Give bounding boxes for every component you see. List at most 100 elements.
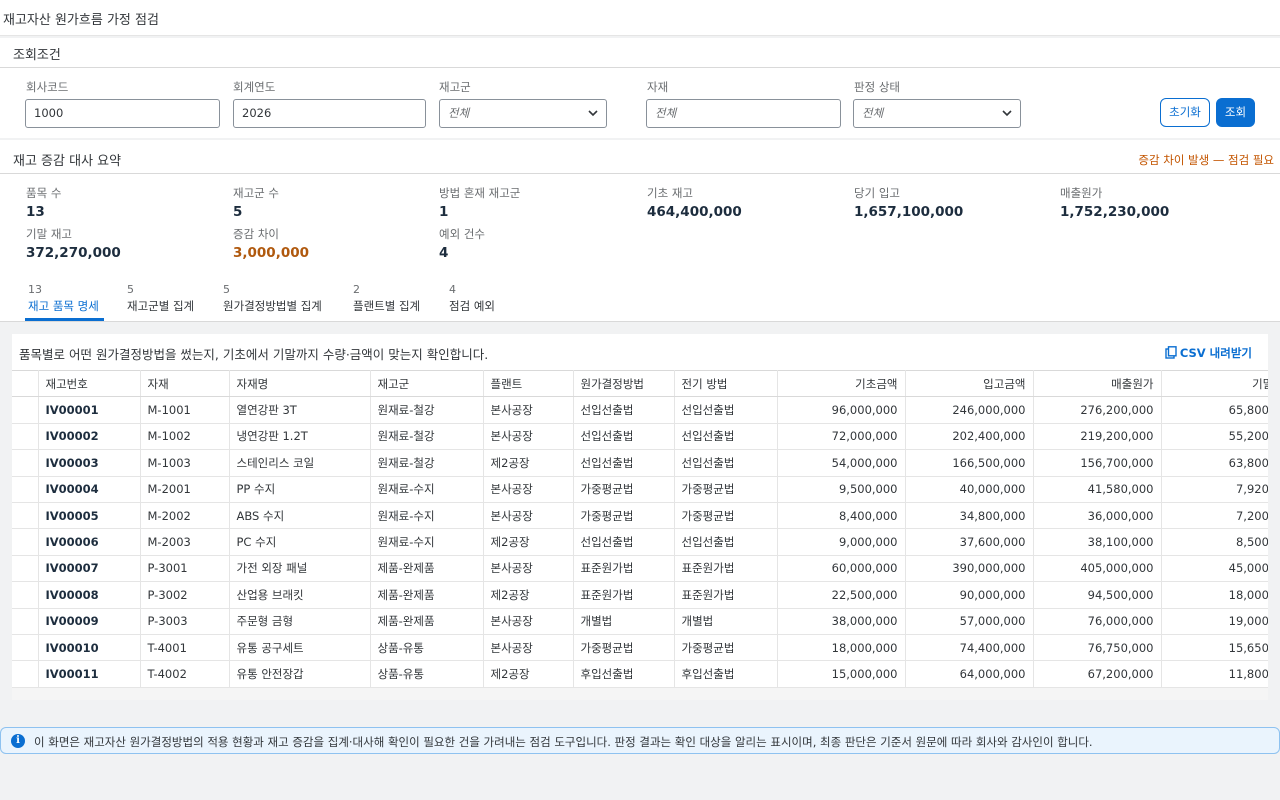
search-button[interactable]: 조회 (1216, 98, 1255, 127)
row-select-cell[interactable] (12, 660, 39, 688)
table-cell: 15,650,000 (1161, 634, 1268, 662)
csv-download-label: CSV 내려받기 (1179, 346, 1252, 360)
group-label: 재고군 (439, 80, 471, 94)
row-select-cell[interactable] (12, 502, 39, 530)
table-cell: 64,000,000 (905, 660, 1034, 688)
row-select-cell[interactable] (12, 581, 39, 609)
row-select-cell[interactable] (12, 555, 39, 583)
table-cell: 96,000,000 (777, 396, 906, 424)
kpi-label: 매출원가 (1060, 186, 1103, 200)
kpi-receipts: 당기 입고 1,657,100,000 (854, 185, 963, 220)
column-header[interactable]: 기말금액 (1161, 369, 1268, 398)
column-header[interactable]: 매출원가 (1033, 369, 1162, 398)
kpi-value: 13 (26, 204, 45, 220)
row-select-cell[interactable] (12, 449, 39, 477)
csv-download-button[interactable]: CSV 내려받기 (1165, 345, 1252, 361)
row-select-header[interactable] (12, 369, 39, 398)
table-cell: 390,000,000 (905, 555, 1034, 583)
row-select-cell[interactable] (12, 476, 39, 503)
column-header[interactable]: 원가결정방법 (573, 369, 675, 398)
inventory-table: 재고번호 자재 자재명 재고군 플랜트 원가결정방법 전기 방법 기초금액 입고… (12, 369, 1268, 688)
table-cell: 스테인리스 코일 (229, 449, 371, 477)
table-cell: 선입선출법 (573, 396, 675, 424)
column-header[interactable]: 전기 방법 (674, 369, 778, 398)
row-select-cell[interactable] (12, 608, 39, 635)
column-header[interactable]: 플랜트 (483, 369, 574, 398)
table-cell: P-3003 (140, 608, 230, 635)
table-row[interactable]: IV00002 M-1002 냉연강판 1.2T 원재료-철강 본사공장 선입선출법 선입선… (12, 423, 1268, 451)
table-row[interactable]: IV00009 P-3003 주문형 금형 제품-완제품 본사공장 개별법 개별법 38,00… (12, 608, 1268, 635)
table-cell: 본사공장 (483, 608, 574, 635)
table-cell: 36,000,000 (1033, 502, 1162, 530)
table-cell: IV00010 (38, 634, 141, 662)
table-row[interactable]: IV00008 P-3002 산업용 브래킷 제품-완제품 제2공장 표준원가법 표준원가법… (12, 581, 1268, 609)
column-header[interactable]: 자재명 (229, 369, 371, 398)
year-input[interactable]: 2026 (233, 99, 426, 128)
kpi-opening-inventory: 기초 재고 464,400,000 (647, 185, 742, 220)
material-input[interactable]: 전체 (646, 99, 841, 128)
kpi-value: 1,752,230,000 (1060, 204, 1170, 220)
table-cell: 19,000,000 (1161, 608, 1268, 635)
column-header[interactable]: 기초금액 (777, 369, 906, 398)
table-row[interactable]: IV00006 M-2003 PC 수지 원재료-수지 제2공장 선입선출법 선입선출법 9,… (12, 528, 1268, 556)
table-cell: T-4001 (140, 634, 230, 662)
table-cell: 41,580,000 (1033, 476, 1162, 503)
group-select-value: 전체 (448, 106, 470, 120)
group-select[interactable]: 전체 (439, 99, 607, 128)
tab-method-summary[interactable]: 5 원가결정방법별 집계 (223, 283, 322, 314)
row-select-cell[interactable] (12, 528, 39, 556)
table-cell: 열연강판 3T (229, 396, 371, 424)
table-cell: 개별법 (573, 608, 675, 635)
kpi-label: 기초 재고 (647, 186, 693, 200)
table-cell: 표준원가법 (573, 581, 675, 609)
column-header[interactable]: 자재 (140, 369, 230, 398)
table-row[interactable]: IV00010 T-4001 유통 공구세트 상품-유통 본사공장 가중평균법 가중평균법 1… (12, 634, 1268, 662)
row-select-cell[interactable] (12, 423, 39, 451)
table-cell: 제2공장 (483, 449, 574, 477)
status-select[interactable]: 전체 (853, 99, 1021, 128)
filter-section: 조회조건 회사코드 1000 회계연도 2026 재고군 전체 자재 전체 판정… (0, 38, 1280, 138)
table-cell: IV00002 (38, 423, 141, 451)
table-cell: 276,200,000 (1033, 396, 1162, 424)
filter-header: 조회조건 (0, 36, 1280, 68)
table-cell: 15,000,000 (777, 660, 906, 688)
year-label: 회계연도 (233, 80, 276, 94)
table-cell: 76,000,000 (1033, 608, 1162, 635)
horizontal-scrollbar[interactable] (12, 687, 1268, 700)
company-input[interactable]: 1000 (25, 99, 220, 128)
table-cell: M-1001 (140, 396, 230, 424)
table-row[interactable]: IV00007 P-3001 가전 외장 패널 제품-완제품 본사공장 표준원가법 표준원가… (12, 555, 1268, 583)
table-row[interactable]: IV00011 T-4002 유통 안전장갑 상품-유통 제2공장 후입선출법 후입선출법 1… (12, 660, 1268, 688)
tab-label: 재고군별 집계 (127, 299, 195, 313)
kpi-value: 464,400,000 (647, 204, 742, 220)
table-cell: 90,000,000 (905, 581, 1034, 609)
kpi-label: 재고군 수 (233, 186, 279, 200)
table-cell: IV00008 (38, 581, 141, 609)
chevron-down-icon (1002, 110, 1012, 117)
table-cell: PC 수지 (229, 528, 371, 556)
table-cell: 산업용 브래킷 (229, 581, 371, 609)
table-row[interactable]: IV00005 M-2002 ABS 수지 원재료-수지 본사공장 가중평균법 가중평균법 8… (12, 502, 1268, 530)
column-header[interactable]: 입고금액 (905, 369, 1034, 398)
tab-group-summary[interactable]: 5 재고군별 집계 (127, 283, 194, 314)
table-row[interactable]: IV00003 M-1003 스테인리스 코일 원재료-철강 제2공장 선입선출법 선입선출… (12, 449, 1268, 477)
column-header[interactable]: 재고번호 (38, 369, 141, 398)
info-text: 이 화면은 재고자산 원가결정방법의 적용 현황과 재고 증감을 집계·대사해 … (34, 735, 1093, 749)
tab-label: 원가결정방법별 집계 (223, 299, 322, 313)
kpi-label: 증감 차이 (233, 227, 279, 241)
tab-item-list[interactable]: 13 재고 품목 명세 (28, 283, 99, 314)
table-cell: 원재료-수지 (370, 476, 484, 503)
row-select-cell[interactable] (12, 396, 39, 424)
table-cell: ABS 수지 (229, 502, 371, 530)
table-cell: 본사공장 (483, 634, 574, 662)
row-select-cell[interactable] (12, 634, 39, 662)
table-row[interactable]: IV00004 M-2001 PP 수지 원재료-수지 본사공장 가중평균법 가중평균법 9,… (12, 476, 1268, 503)
column-header[interactable]: 재고군 (370, 369, 484, 398)
table-cell: 표준원가법 (573, 555, 675, 583)
table-cell: 37,600,000 (905, 528, 1034, 556)
tab-exceptions[interactable]: 4 점검 예외 (449, 283, 495, 314)
reset-button[interactable]: 초기화 (1160, 98, 1210, 127)
tab-plant-summary[interactable]: 2 플랜트별 집계 (353, 283, 420, 314)
table-cell: 냉연강판 1.2T (229, 423, 371, 451)
table-row[interactable]: IV00001 M-1001 열연강판 3T 원재료-철강 본사공장 선입선출법 선입선출법… (12, 396, 1268, 424)
